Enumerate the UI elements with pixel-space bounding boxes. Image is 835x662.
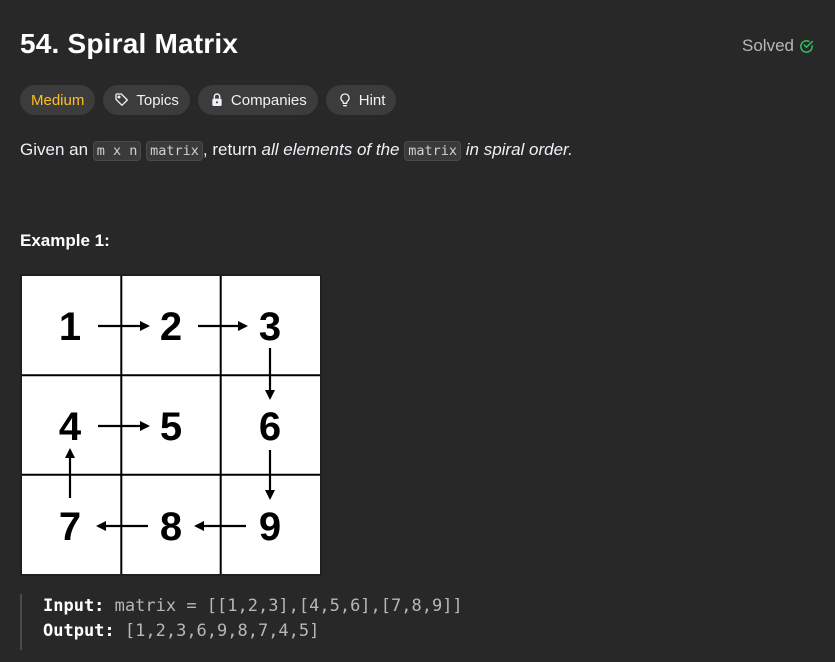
example-io-block: Input: matrix = [[1,2,3],[4,5,6],[7,8,9]… [20, 594, 463, 650]
cell-value: 2 [160, 305, 182, 349]
desc-text: , return [202, 140, 262, 159]
inline-code-matrix: matrix [404, 141, 461, 161]
output-value: [1,2,3,6,9,8,7,4,5] [124, 621, 320, 641]
tag-row: Medium Topics Companies Hint [20, 85, 397, 115]
matrix-diagram: 1 2 3 4 5 6 7 8 9 [22, 276, 320, 574]
output-line: Output: [1,2,3,6,9,8,7,4,5] [43, 619, 463, 644]
problem-description: Given an m x n matrix, return all elemen… [20, 138, 573, 163]
solved-status: Solved [742, 36, 815, 56]
cell-value: 4 [59, 405, 82, 449]
output-label: Output: [43, 621, 115, 641]
cell-value: 1 [59, 305, 81, 349]
input-line: Input: matrix = [[1,2,3],[4,5,6],[7,8,9]… [43, 594, 463, 619]
cell-value: 8 [160, 505, 182, 549]
check-circle-icon [800, 39, 813, 53]
hint-label: Hint [358, 91, 386, 109]
topics-label: Topics [136, 91, 179, 109]
solved-label: Solved [742, 36, 794, 55]
tag-icon [115, 93, 129, 106]
lock-icon [212, 93, 222, 106]
inline-code-mxn: m x n [92, 141, 142, 161]
companies-button[interactable]: Companies [197, 85, 318, 115]
example-heading: Example 1: [20, 231, 110, 250]
topics-button[interactable]: Topics [103, 85, 190, 115]
input-value: matrix = [[1,2,3],[4,5,6],[7,8,9]] [114, 596, 463, 616]
companies-label: Companies [230, 91, 307, 109]
cell-value: 3 [259, 305, 281, 349]
input-label: Input: [43, 596, 105, 616]
cell-value: 7 [59, 505, 81, 549]
lightbulb-icon [340, 93, 350, 107]
desc-emphasis: all elements of the [261, 140, 400, 159]
desc-emphasis: in spiral order. [465, 140, 573, 159]
hint-button[interactable]: Hint [325, 85, 397, 115]
desc-text: Given an [20, 140, 93, 159]
cell-value: 6 [259, 405, 281, 449]
difficulty-label: Medium [31, 91, 85, 109]
cell-value: 5 [160, 405, 182, 449]
spiral-matrix-figure: 1 2 3 4 5 6 7 8 9 [20, 274, 322, 576]
difficulty-badge[interactable]: Medium [20, 85, 96, 115]
problem-title: 54. Spiral Matrix [20, 28, 239, 59]
cell-value: 9 [259, 505, 281, 549]
inline-code-matrix: matrix [146, 141, 203, 161]
